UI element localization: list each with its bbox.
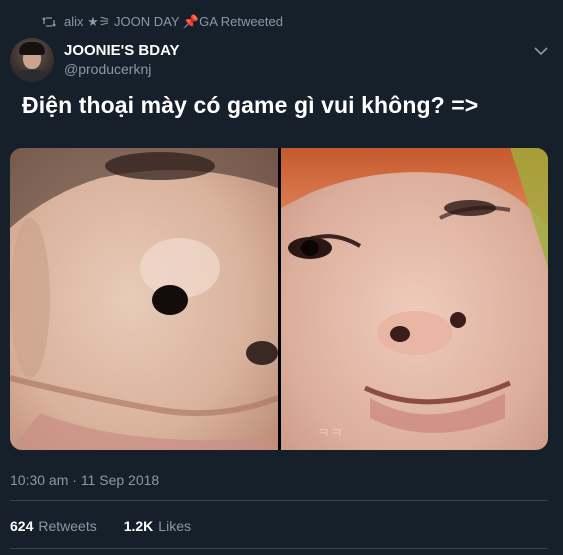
- avatar[interactable]: [10, 38, 54, 82]
- tweet-timestamp[interactable]: 10:30 am · 11 Sep 2018: [10, 472, 159, 488]
- tweet-text: Điện thoại mày có game gì vui không? =>: [22, 92, 479, 118]
- face-closeup-photo-right[interactable]: ㅋㅋ: [281, 148, 548, 450]
- chevron-down-icon[interactable]: [533, 44, 549, 58]
- tweet-header: JOONIE'S BDAY @producerknj: [10, 38, 553, 84]
- author-display-name[interactable]: JOONIE'S BDAY: [64, 42, 180, 59]
- likes-label: Likes: [158, 518, 191, 534]
- author-handle[interactable]: @producerknj: [64, 61, 151, 77]
- retweets-stat[interactable]: 624 Retweets: [10, 518, 97, 534]
- retweets-count: 624: [10, 518, 34, 534]
- retweet-icon: [42, 17, 56, 27]
- retweet-banner-text: alix ★⚞ JOON DAY 📌GA Retweeted: [64, 14, 283, 29]
- likes-stat[interactable]: 1.2K Likes: [124, 518, 191, 534]
- tweet-media[interactable]: ㅋㅋ: [10, 148, 548, 450]
- divider: [10, 500, 548, 501]
- retweet-banner[interactable]: alix ★⚞ JOON DAY 📌GA Retweeted: [42, 14, 283, 30]
- face-closeup-photo-left[interactable]: [10, 148, 280, 450]
- likes-count: 1.2K: [123, 518, 154, 534]
- tweet-stats: 624 Retweets 1.2K Likes: [10, 518, 191, 534]
- retweets-label: Retweets: [38, 518, 97, 534]
- svg-text:ㅋㅋ: ㅋㅋ: [317, 426, 343, 442]
- divider: [10, 548, 548, 549]
